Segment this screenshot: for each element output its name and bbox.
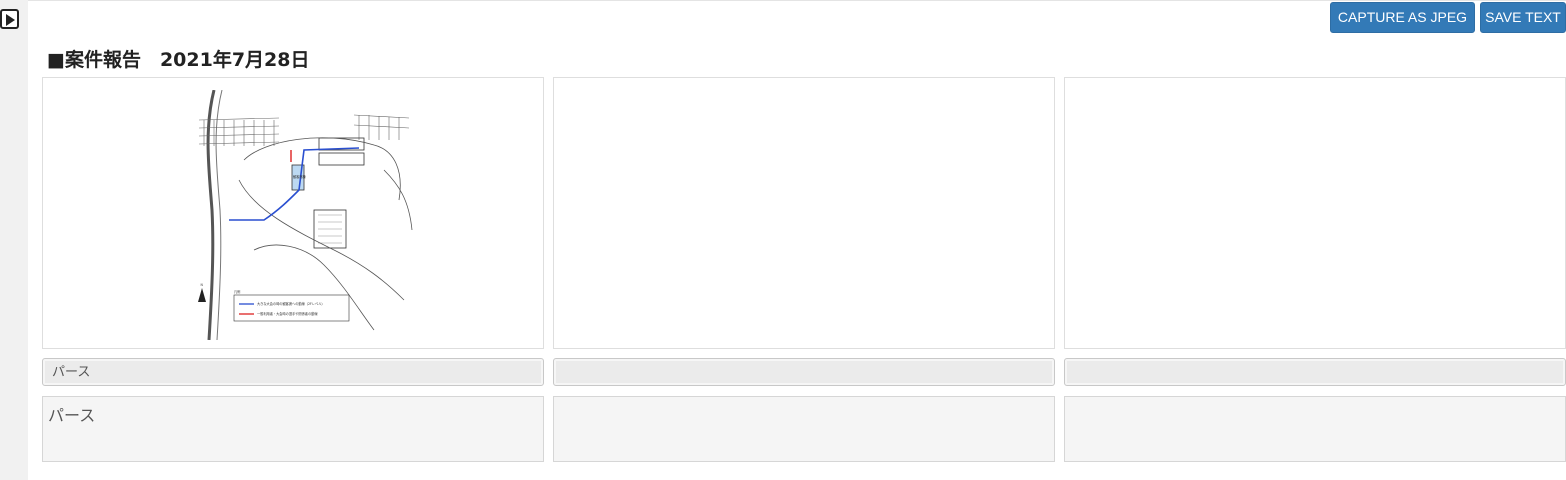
caption-field-2[interactable] — [553, 358, 1055, 386]
image-card-3[interactable] — [1064, 77, 1566, 349]
map-legend-blue: 大きな大会の時の観客席への動線（2Fレベル） — [257, 301, 325, 306]
report-panel: CAPTURE AS JPEG SAVE TEXT ■案件報告 2021年7月2… — [28, 0, 1566, 480]
map-legend-title: 凡例 — [234, 289, 240, 294]
page-title: ■案件報告 2021年7月28日 — [47, 49, 310, 71]
save-text-button[interactable]: SAVE TEXT — [1480, 2, 1566, 33]
capture-jpeg-button[interactable]: CAPTURE AS JPEG — [1330, 2, 1475, 33]
site-map-image: 凡例 大きな大会の時の観客席への動線（2Fレベル） 一般利用者・大会時の選手や関… — [184, 90, 416, 340]
caption-field-1[interactable]: パース — [42, 358, 544, 386]
map-building-label: 観客席棟 — [293, 174, 307, 179]
note-textarea-2[interactable] — [553, 396, 1055, 462]
caption-field-3[interactable] — [1064, 358, 1566, 386]
image-card-2[interactable] — [553, 77, 1055, 349]
play-icon[interactable] — [0, 9, 19, 29]
image-card-1[interactable]: 凡例 大きな大会の時の観客席への動線（2Fレベル） 一般利用者・大会時の選手や関… — [42, 77, 544, 349]
map-legend-red: 一般利用者・大会時の選手や関係者の動線 — [257, 311, 318, 316]
note-textarea-3[interactable] — [1064, 396, 1566, 462]
left-sidebar — [0, 0, 28, 480]
note-textarea-1[interactable]: パース — [42, 396, 544, 462]
